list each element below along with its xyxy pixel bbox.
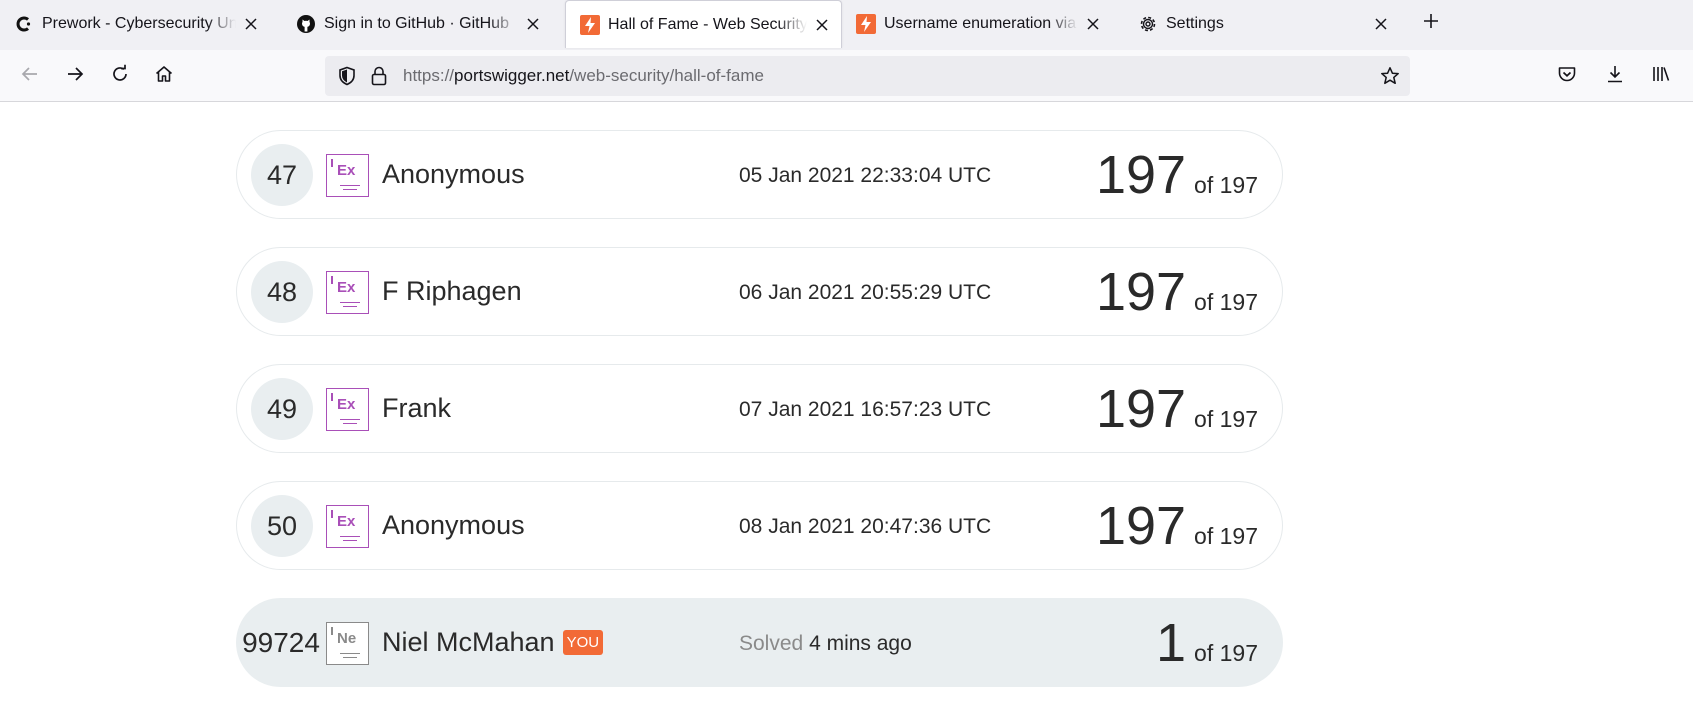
- tab-title: Prework - Cybersecurity University: [42, 14, 236, 32]
- rank-badge: 50: [251, 495, 313, 557]
- completion-date: 06 Jan 2021 20:55:29 UTC: [739, 281, 992, 304]
- url-host: portswigger.net: [454, 66, 570, 85]
- address-bar[interactable]: https://portswigger.net/web-security/hal…: [325, 56, 1410, 96]
- leaderboard-row: 48 Ex F Riphagen 06 Jan 2021 20:55:29 UT…: [236, 247, 1283, 336]
- score-total: of 197: [1194, 523, 1258, 549]
- arrow-left-icon: [20, 64, 40, 89]
- rank-badge: 49: [251, 378, 313, 440]
- pocket-button[interactable]: [1553, 62, 1581, 90]
- tab-title: Username enumeration via different respo…: [884, 14, 1078, 32]
- avatar-initials: Ex: [337, 279, 356, 296]
- download-icon: [1605, 64, 1625, 89]
- home-icon: [154, 64, 174, 89]
- completion-date: 05 Jan 2021 22:33:04 UTC: [739, 164, 992, 187]
- score-value: 197: [1095, 145, 1187, 205]
- url-text[interactable]: https://portswigger.net/web-security/hal…: [403, 66, 764, 86]
- url-scheme: https://: [403, 66, 455, 85]
- library-button[interactable]: [1647, 62, 1675, 90]
- plus-icon: [1423, 13, 1439, 34]
- avatar-initials: Ex: [337, 513, 356, 530]
- current-user-row: 99724 Ne Niel McMahan YOU Solved 4 mins …: [236, 598, 1283, 687]
- score-total: of 197: [1194, 406, 1258, 432]
- leaderboard-row: 49 Ex Frank 07 Jan 2021 16:57:23 UTC 197…: [236, 364, 1283, 453]
- solved-label: Solved: [739, 632, 804, 655]
- bookmark-star-icon[interactable]: [1378, 64, 1402, 88]
- avatar: Ex: [326, 388, 369, 431]
- reload-icon: [110, 64, 130, 89]
- user-name: Niel McMahan: [382, 627, 555, 657]
- close-tab-icon[interactable]: [1082, 13, 1104, 35]
- tab-title: Sign in to GitHub · GitHub: [324, 14, 509, 32]
- tab-prework[interactable]: Prework - Cybersecurity University: [0, 0, 270, 47]
- tab-settings[interactable]: Settings: [1124, 0, 1400, 47]
- avatar-initials: Ex: [337, 162, 356, 179]
- pocket-icon: [1557, 64, 1577, 89]
- user-name: Anonymous: [382, 159, 525, 189]
- rank-badge: 48: [251, 261, 313, 323]
- tab-username-enumeration[interactable]: Username enumeration via different respo…: [842, 0, 1112, 47]
- gear-icon: [1138, 14, 1158, 34]
- tab-github[interactable]: Sign in to GitHub · GitHub: [282, 0, 552, 47]
- avatar: Ex: [326, 154, 369, 197]
- navigation-toolbar: https://portswigger.net/web-security/hal…: [0, 50, 1693, 102]
- score: 197 of 197: [1096, 494, 1258, 558]
- completion-date: 07 Jan 2021 16:57:23 UTC: [739, 398, 992, 421]
- score-total: of 197: [1194, 172, 1258, 198]
- avatar-initials: Ex: [337, 396, 356, 413]
- forward-button[interactable]: [61, 62, 89, 90]
- portswigger-icon: [856, 13, 876, 34]
- score: 197 of 197: [1096, 377, 1258, 441]
- score-value: 1: [1156, 613, 1187, 673]
- score-total: of 197: [1194, 289, 1258, 315]
- score-value: 197: [1095, 496, 1187, 556]
- rank-badge: 99724: [242, 627, 320, 658]
- score-value: 197: [1095, 262, 1187, 322]
- hall-of-fame-list: 47 Ex Anonymous 05 Jan 2021 22:33:04 UTC…: [0, 103, 1693, 716]
- user-name: Frank: [382, 393, 452, 423]
- url-path: /web-security/hall-of-fame: [569, 66, 764, 85]
- back-button[interactable]: [16, 62, 44, 90]
- score-value: 197: [1095, 379, 1187, 439]
- score: 197 of 197: [1096, 143, 1258, 207]
- codepath-icon: [14, 14, 34, 34]
- tab-title: Settings: [1166, 14, 1224, 32]
- tab-title: Hall of Fame - Web Security Academy: [608, 15, 807, 33]
- portswigger-icon: [580, 14, 600, 35]
- rank-badge: 47: [251, 144, 313, 206]
- solved-time-value: 4 mins ago: [809, 632, 912, 655]
- tab-hall-of-fame[interactable]: Hall of Fame - Web Security Academy: [565, 0, 842, 48]
- close-tab-icon[interactable]: [1370, 13, 1392, 35]
- score: 197 of 197: [1096, 260, 1258, 324]
- avatar: Ex: [326, 505, 369, 548]
- leaderboard-row: 50 Ex Anonymous 08 Jan 2021 20:47:36 UTC…: [236, 481, 1283, 570]
- you-badge: YOU: [562, 630, 604, 655]
- avatar-initials: Ne: [337, 630, 357, 647]
- user-name-container: Niel McMahan YOU: [382, 627, 604, 658]
- user-name: Anonymous: [382, 510, 525, 540]
- avatar: Ex: [326, 271, 369, 314]
- score-total: of 197: [1194, 640, 1258, 666]
- lock-icon[interactable]: [367, 64, 391, 88]
- github-icon: [296, 14, 316, 34]
- new-tab-button[interactable]: [1418, 10, 1444, 36]
- close-tab-icon[interactable]: [522, 13, 544, 35]
- arrow-right-icon: [65, 64, 85, 89]
- solved-time: Solved 4 mins ago: [739, 632, 912, 656]
- library-icon: [1651, 64, 1671, 89]
- shield-icon[interactable]: [335, 64, 359, 88]
- user-name: F Riphagen: [382, 276, 522, 306]
- close-tab-icon[interactable]: [240, 13, 262, 35]
- downloads-button[interactable]: [1601, 62, 1629, 90]
- home-button[interactable]: [150, 62, 178, 90]
- avatar: Ne: [326, 622, 369, 665]
- reload-button[interactable]: [106, 62, 134, 90]
- completion-date: 08 Jan 2021 20:47:36 UTC: [739, 515, 992, 538]
- close-tab-icon[interactable]: [811, 14, 833, 36]
- score: 1 of 197: [1156, 611, 1258, 675]
- leaderboard-row: 47 Ex Anonymous 05 Jan 2021 22:33:04 UTC…: [236, 130, 1283, 219]
- tab-strip: Prework - Cybersecurity University Sign …: [0, 0, 1693, 50]
